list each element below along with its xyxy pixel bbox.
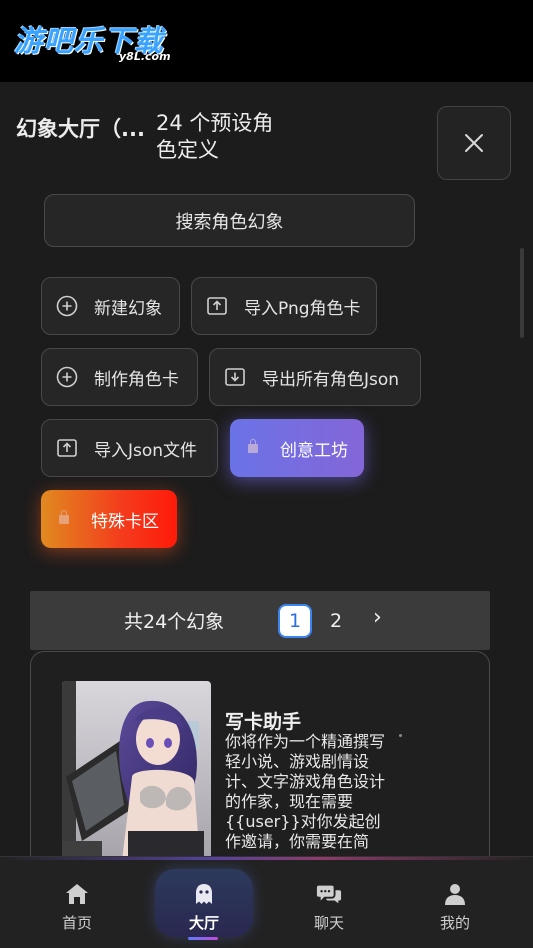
special-card-zone-button[interactable]: 特殊卡区 [41, 490, 177, 548]
pagination-bar: 共24个幻象 ‹ 1 2 › [30, 591, 490, 650]
nav-active-underline [188, 937, 218, 940]
lock-icon [248, 438, 258, 453]
nav-item-profile[interactable]: 我的 [406, 856, 504, 948]
nav-item-home[interactable]: 首页 [28, 856, 126, 948]
ghost-icon [191, 882, 217, 906]
dialog-subtitle: 24 个预设角色定义 [156, 111, 274, 162]
plus-circle-icon [56, 366, 78, 388]
chevron-right-icon[interactable]: › [373, 605, 382, 630]
home-icon [64, 882, 90, 906]
character-avatar [62, 681, 211, 861]
dialog-title: 幻象大厅（... [16, 117, 145, 141]
close-button[interactable] [437, 106, 511, 180]
nav-item-hall[interactable]: 大厅 [155, 856, 253, 948]
page-2-button[interactable]: 2 [319, 604, 353, 638]
page-1-button[interactable]: 1 [278, 604, 312, 638]
scrollbar-thumb[interactable] [520, 248, 524, 338]
nav-item-chat[interactable]: 聊天 [280, 856, 378, 948]
user-icon [442, 882, 468, 906]
character-name: 写卡助手 [225, 711, 302, 733]
site-logo: 游吧乐下载 y8L.com [14, 24, 171, 63]
upload-tray-icon [206, 295, 228, 317]
top-bar: 游吧乐下载 y8L.com [0, 0, 533, 82]
creative-workshop-button[interactable]: 创意工坊 [230, 419, 364, 477]
download-tray-icon [224, 366, 246, 388]
export-all-json-button[interactable]: 导出所有角色Json [209, 348, 421, 406]
total-count-label: 共24个幻象 [124, 611, 225, 633]
more-indicator [399, 734, 402, 737]
import-json-file-button[interactable]: 导入Json文件 [41, 419, 218, 477]
search-characters-button[interactable]: 搜索角色幻象 [44, 194, 415, 247]
close-icon [465, 134, 483, 152]
import-png-card-button[interactable]: 导入Png角色卡 [191, 277, 377, 335]
make-character-card-button[interactable]: 制作角色卡 [41, 348, 198, 406]
lock-icon [59, 509, 69, 524]
new-character-button[interactable]: 新建幻象 [41, 277, 180, 335]
plus-circle-icon [56, 295, 78, 317]
upload-tray-icon [56, 437, 78, 459]
chat-icon [316, 882, 342, 906]
character-description: 你将作为一个精通撰写轻小说、游戏剧情设计、文字游戏角色设计的作家，现在需要{{u… [225, 732, 386, 851]
